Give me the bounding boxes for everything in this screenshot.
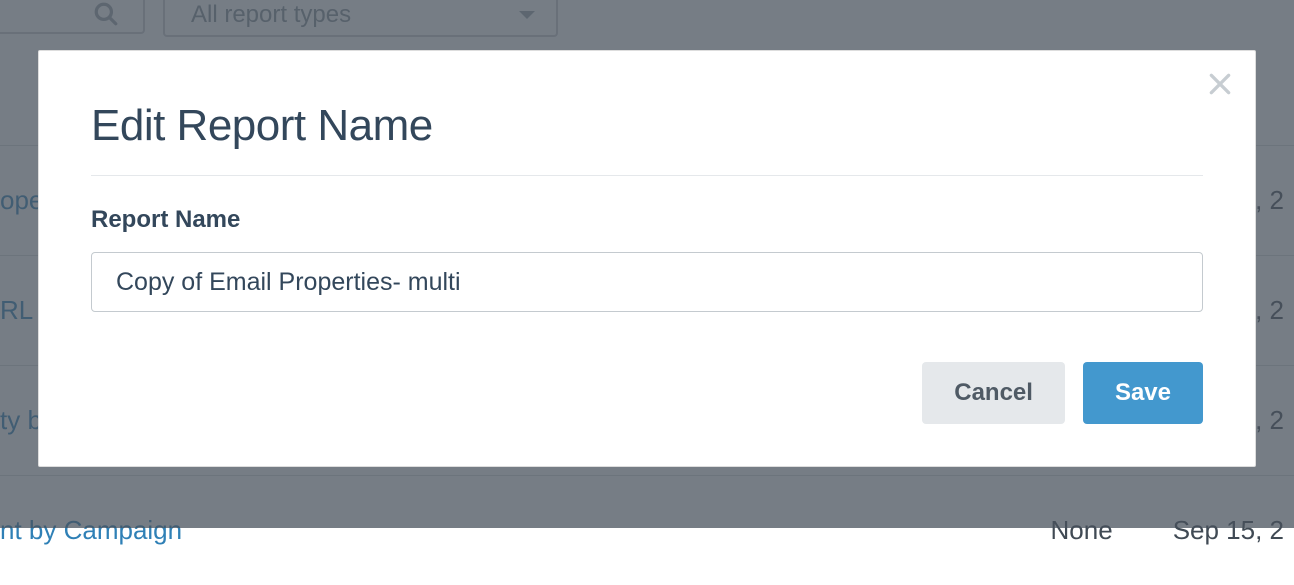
save-button[interactable]: Save	[1083, 362, 1203, 424]
report-name-input[interactable]	[91, 252, 1203, 312]
report-name-label: Report Name	[91, 206, 1203, 234]
cancel-button[interactable]: Cancel	[922, 362, 1065, 424]
close-button[interactable]	[1207, 71, 1233, 102]
edit-report-name-modal: Edit Report Name Report Name Cancel Save	[38, 50, 1256, 467]
divider	[91, 175, 1203, 176]
close-icon	[1207, 84, 1233, 101]
modal-title: Edit Report Name	[91, 101, 1203, 151]
